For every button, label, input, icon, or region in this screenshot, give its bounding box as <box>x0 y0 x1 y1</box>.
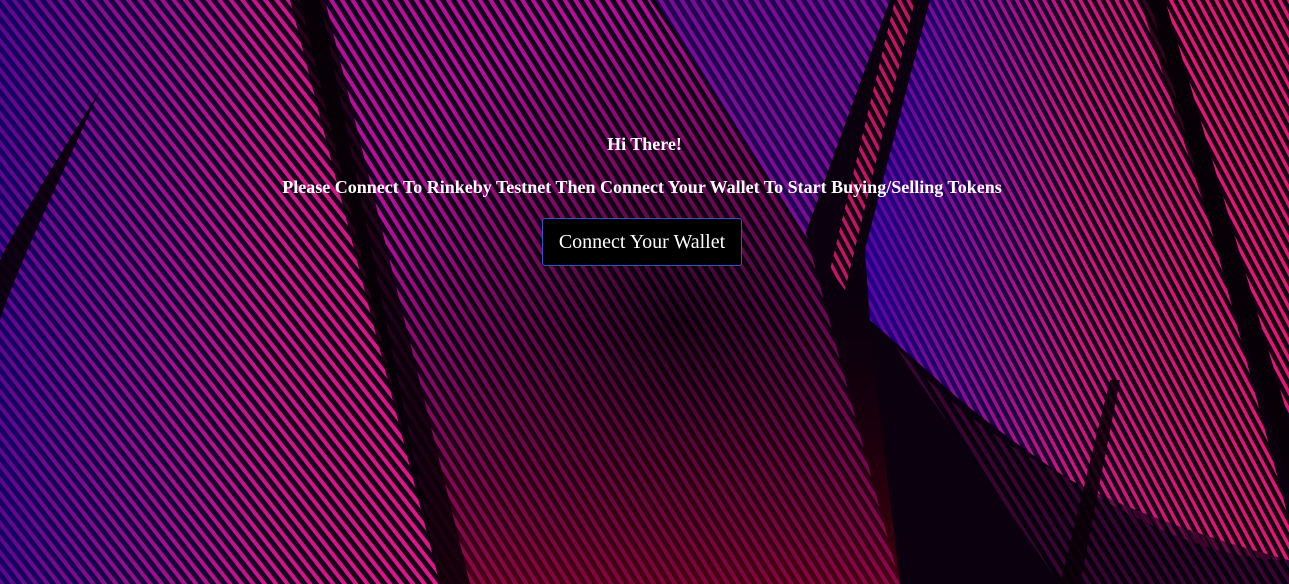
network-instruction-text: Please Connect To Rinkeby Testnet Then C… <box>282 177 1002 197</box>
hero-section: Hi There! Please Connect To Rinkeby Test… <box>0 0 1289 584</box>
page: Hi There! Please Connect To Rinkeby Test… <box>0 0 1289 584</box>
greeting-heading: Hi There! <box>607 134 682 154</box>
connect-wallet-button[interactable]: Connect Your Wallet <box>542 218 742 266</box>
